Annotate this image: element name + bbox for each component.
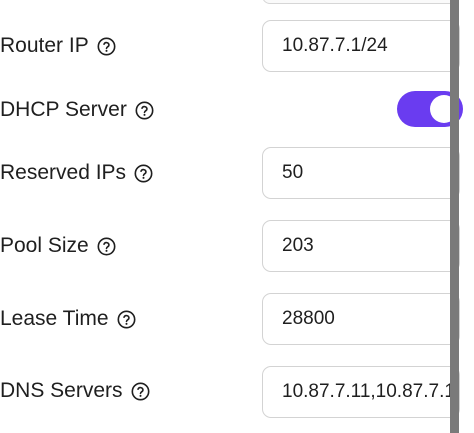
help-icon[interactable] bbox=[131, 382, 150, 401]
dhcp-settings-panel: Router IP DHCP Server Reserved IPs Pool … bbox=[0, 0, 474, 433]
router-ip-label-text: Router IP bbox=[0, 34, 89, 57]
help-icon[interactable] bbox=[97, 237, 116, 256]
router-ip-input[interactable] bbox=[263, 21, 459, 71]
router-ip-field[interactable] bbox=[262, 20, 460, 72]
reserved-ips-label-text: Reserved IPs bbox=[0, 161, 127, 184]
dns-servers-label-text: DNS Servers bbox=[0, 379, 123, 402]
lease-time-label: Lease Time bbox=[0, 304, 136, 334]
dns-servers-input[interactable] bbox=[263, 367, 459, 417]
lease-time-input[interactable] bbox=[263, 294, 459, 344]
pool-size-field[interactable] bbox=[262, 220, 460, 272]
reserved-ips-label: Reserved IPs bbox=[0, 158, 153, 188]
pool-size-input[interactable] bbox=[263, 221, 459, 271]
dhcp-server-label-text: DHCP Server bbox=[0, 98, 127, 121]
scrollbar[interactable] bbox=[450, 0, 459, 433]
help-icon[interactable] bbox=[135, 101, 154, 120]
lease-time-label-text: Lease Time bbox=[0, 307, 109, 330]
reserved-ips-input[interactable] bbox=[263, 148, 459, 198]
help-icon[interactable] bbox=[134, 164, 153, 183]
partial-field-above[interactable] bbox=[262, 0, 458, 4]
reserved-ips-field[interactable] bbox=[262, 147, 460, 199]
dhcp-server-label: DHCP Server bbox=[0, 95, 154, 125]
router-ip-label: Router IP bbox=[0, 31, 116, 61]
lease-time-field[interactable] bbox=[262, 293, 460, 345]
dns-servers-field[interactable] bbox=[262, 366, 460, 418]
dns-servers-label: DNS Servers bbox=[0, 376, 150, 406]
pool-size-label: Pool Size bbox=[0, 231, 116, 261]
pool-size-label-text: Pool Size bbox=[0, 234, 89, 257]
help-icon[interactable] bbox=[97, 37, 116, 56]
help-icon[interactable] bbox=[117, 310, 136, 329]
